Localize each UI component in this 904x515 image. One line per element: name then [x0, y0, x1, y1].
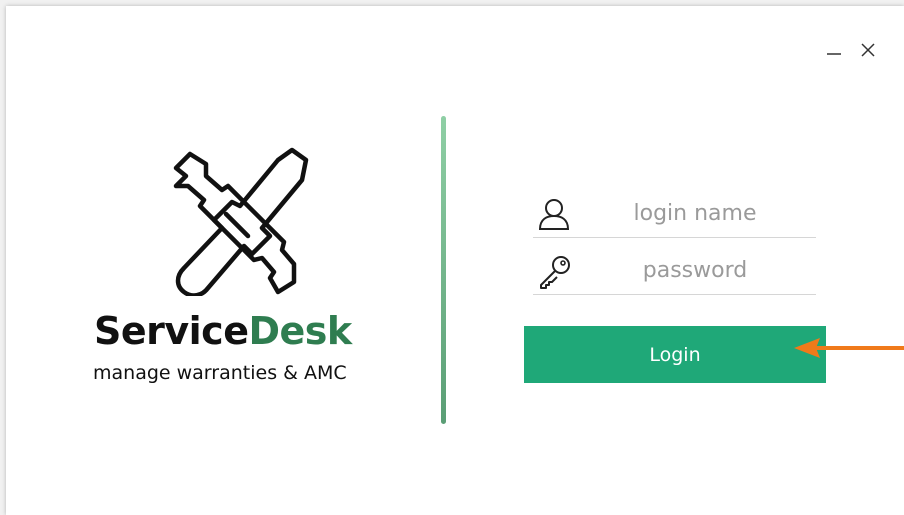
login-name-input[interactable] — [593, 197, 797, 229]
close-icon — [861, 43, 875, 57]
password-field — [533, 246, 816, 295]
minimize-button[interactable] — [824, 40, 844, 60]
minimize-icon — [827, 53, 841, 55]
brand-tagline: manage warranties & AMC — [93, 362, 347, 384]
key-icon — [540, 256, 570, 289]
login-name-field — [533, 189, 816, 238]
user-icon — [538, 199, 570, 230]
login-window: ServiceDesk manage warranties & AMC Logi… — [6, 6, 904, 515]
window-controls — [824, 40, 878, 60]
brand-name-part1: Service — [94, 309, 249, 353]
password-input[interactable] — [593, 254, 797, 286]
brand-name: ServiceDesk — [94, 312, 352, 350]
wrench-screwdriver-icon — [173, 147, 309, 296]
annotation-arrow-icon — [794, 338, 904, 358]
vertical-divider — [441, 116, 446, 424]
close-button[interactable] — [858, 40, 878, 60]
login-button[interactable]: Login — [524, 326, 826, 383]
brand-name-part2: Desk — [248, 309, 352, 353]
